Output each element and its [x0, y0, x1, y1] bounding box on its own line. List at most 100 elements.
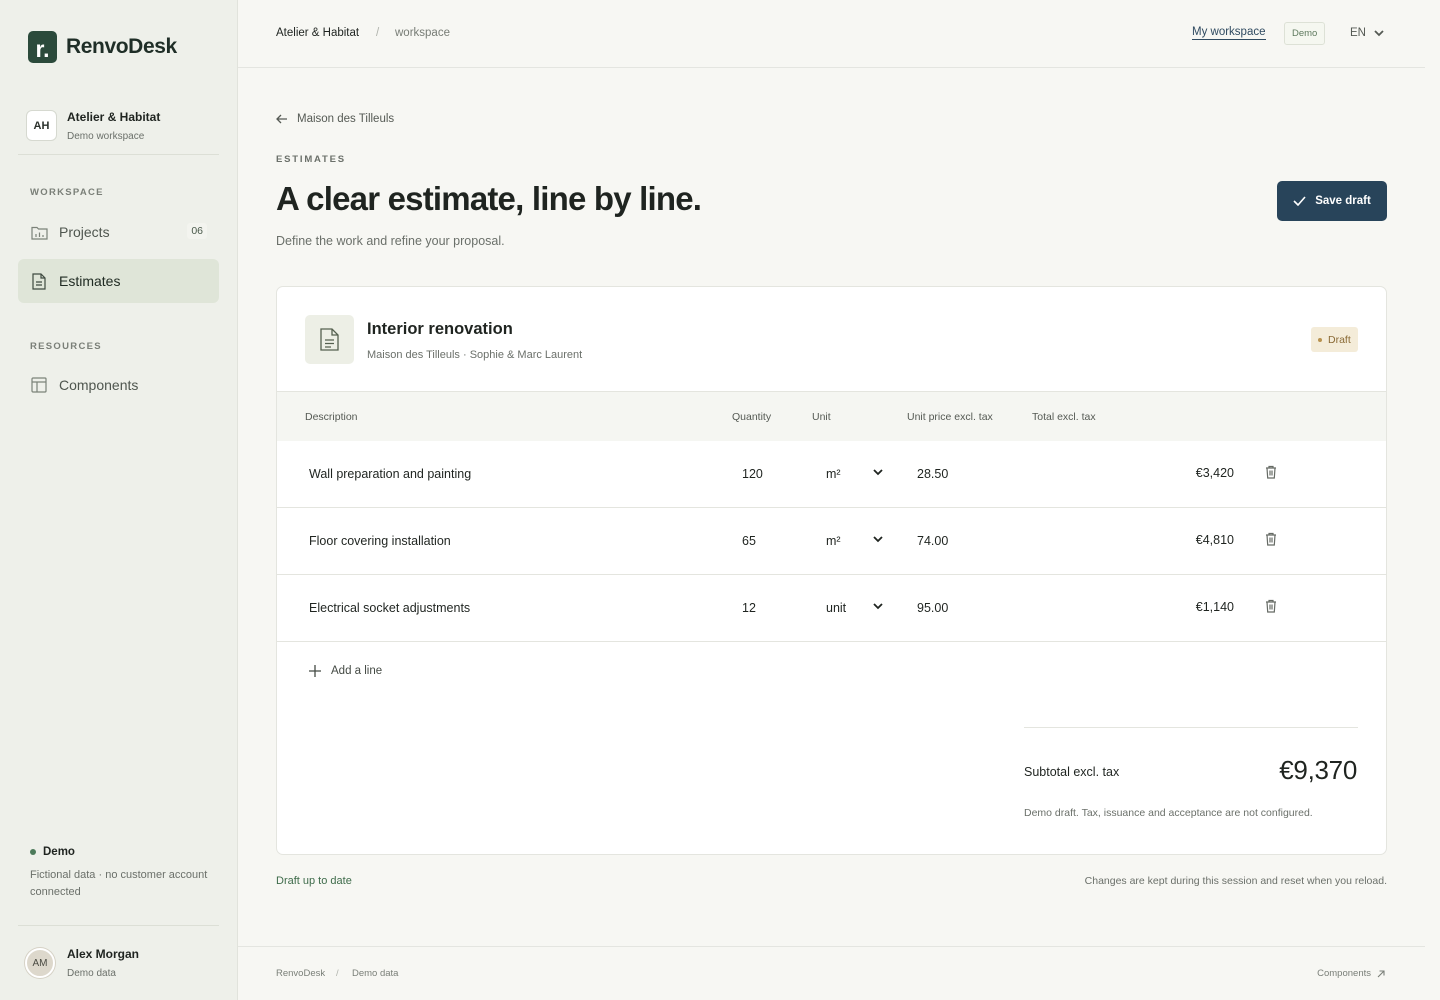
estimate-card: Interior renovation Maison des Tilleuls … [276, 286, 1387, 855]
column-header-total: Total excl. tax [1032, 411, 1096, 423]
sidebar-item-label: Estimates [59, 273, 121, 289]
line-description-input[interactable]: Wall preparation and painting [309, 467, 471, 481]
line-unit-select[interactable]: unit [826, 601, 846, 615]
line-unit-price-input[interactable]: 95.00 [917, 601, 948, 615]
line-quantity-input[interactable]: 65 [742, 534, 756, 548]
projects-count-badge: 06 [187, 223, 207, 239]
trash-icon[interactable] [1265, 465, 1277, 479]
sidebar: r. RenvoDesk AH Atelier & Habitat Demo w… [0, 0, 238, 1000]
sidebar-item-label: Projects [59, 224, 110, 240]
scrollbar-track[interactable] [1425, 0, 1440, 1000]
workspace-subtitle: Demo workspace [67, 131, 145, 142]
layout-icon [30, 376, 48, 394]
chevron-down-icon [1374, 29, 1384, 36]
divider [18, 925, 219, 926]
chevron-down-icon [873, 469, 883, 476]
line-unit-price-input[interactable]: 74.00 [917, 534, 948, 548]
brand-name: RenvoDesk [66, 35, 177, 58]
footer-brand: RenvoDesk [276, 968, 326, 979]
back-link[interactable]: Maison des Tilleuls [276, 113, 394, 125]
line-total: €3,420 [1195, 466, 1234, 480]
my-workspace-link[interactable]: My workspace [1192, 26, 1266, 40]
workspace-name: Atelier & Habitat [67, 110, 161, 124]
page-eyebrow: ESTIMATES [276, 154, 346, 165]
sidebar-item-label: Components [59, 377, 139, 393]
divider [1024, 727, 1358, 728]
demo-notice-title: Demo [43, 846, 75, 858]
footer: RenvoDesk / Demo data Components [238, 946, 1425, 1000]
add-line-label: Add a line [331, 665, 383, 677]
demo-notice: Demo Fictional data · no customer accoun… [30, 846, 210, 901]
status-badge: Draft [1311, 327, 1358, 352]
sidebar-item-estimates[interactable]: Estimates [18, 259, 219, 303]
external-link-icon [1377, 969, 1385, 977]
draft-status: Draft up to date [276, 875, 352, 887]
top-bar: Atelier & Habitat / workspace My workspa… [238, 0, 1425, 68]
document-icon [305, 315, 354, 364]
status-dot [30, 849, 36, 855]
breadcrumb-workspace[interactable]: Atelier & Habitat [276, 27, 359, 39]
line-unit-price-input[interactable]: 28.50 [917, 467, 948, 481]
add-line-button[interactable]: Add a line [309, 665, 382, 677]
estimate-title: Interior renovation [367, 320, 513, 338]
column-header-unit-price: Unit price excl. tax [907, 411, 993, 423]
chevron-down-icon [873, 536, 883, 543]
page-title: A clear estimate, line by line. [276, 180, 702, 217]
footer-demo-label: Demo data [352, 968, 399, 979]
brand-mark: r. [28, 31, 57, 63]
section-label-workspace: WORKSPACE [30, 187, 104, 198]
column-header-quantity: Quantity [732, 411, 772, 423]
plus-icon [309, 665, 321, 677]
breadcrumb-separator: / [376, 27, 380, 39]
folder-icon [30, 223, 48, 241]
page-subtitle: Define the work and refine your proposal… [276, 234, 505, 248]
line-total: €4,810 [1195, 533, 1234, 547]
totals-note: Demo draft. Tax, issuance and acceptance… [1024, 807, 1313, 819]
table-row: Wall preparation and painting 120 m² 28.… [277, 441, 1386, 508]
session-note: Changes are kept during this session and… [1084, 875, 1387, 887]
chevron-down-icon [873, 603, 883, 610]
footer-components-label: Components [1317, 968, 1371, 979]
workspace-card[interactable]: AH Atelier & Habitat Demo workspace [18, 104, 219, 155]
subtotal-label: Subtotal excl. tax [1024, 765, 1120, 779]
check-icon [1293, 196, 1306, 206]
line-quantity-input[interactable]: 120 [742, 467, 763, 481]
section-label-resources: RESOURCES [30, 341, 102, 352]
line-description-input[interactable]: Floor covering installation [309, 534, 451, 548]
sidebar-item-components[interactable]: Components [18, 363, 219, 407]
line-unit-select[interactable]: m² [826, 467, 841, 481]
avatar[interactable]: AM [25, 948, 55, 978]
footer-components-link[interactable]: Components [1317, 968, 1385, 979]
trash-icon[interactable] [1265, 532, 1277, 546]
sidebar-item-projects[interactable]: Projects 06 [18, 210, 219, 254]
workspace-avatar: AH [26, 110, 57, 141]
table-row: Electrical socket adjustments 12 unit 95… [277, 575, 1386, 642]
status-badge-label: Draft [1328, 333, 1351, 346]
trash-icon[interactable] [1265, 599, 1277, 613]
save-draft-button[interactable]: Save draft [1277, 181, 1387, 221]
footer-separator: / [336, 968, 339, 979]
back-link-label: Maison des Tilleuls [297, 113, 395, 125]
table-header: Description Quantity Unit Unit price exc… [277, 391, 1386, 441]
column-header-description: Description [305, 411, 358, 423]
demo-notice-text: Fictional data · no customer account con… [30, 869, 208, 898]
language-selector[interactable]: EN [1350, 27, 1384, 39]
line-unit-select[interactable]: m² [826, 534, 841, 548]
language-label: EN [1350, 27, 1366, 39]
status-dot [1318, 337, 1322, 342]
line-description-input[interactable]: Electrical socket adjustments [309, 601, 470, 615]
arrow-left-icon [276, 114, 287, 124]
subtotal-value: €9,370 [1279, 755, 1357, 785]
line-quantity-input[interactable]: 12 [742, 601, 756, 615]
brand-logo[interactable]: r. RenvoDesk [28, 31, 177, 63]
table-row: Floor covering installation 65 m² 74.00 … [277, 508, 1386, 575]
demo-badge: Demo [1284, 22, 1326, 45]
save-draft-label: Save draft [1315, 195, 1371, 207]
line-total: €1,140 [1195, 600, 1234, 614]
document-icon [30, 272, 48, 290]
user-subtitle: Demo data [67, 968, 116, 979]
estimate-subtitle: Maison des Tilleuls · Sophie & Marc Laur… [367, 349, 583, 361]
breadcrumb-current: workspace [395, 27, 450, 39]
column-header-unit: Unit [812, 411, 831, 423]
user-name: Alex Morgan [67, 947, 140, 961]
